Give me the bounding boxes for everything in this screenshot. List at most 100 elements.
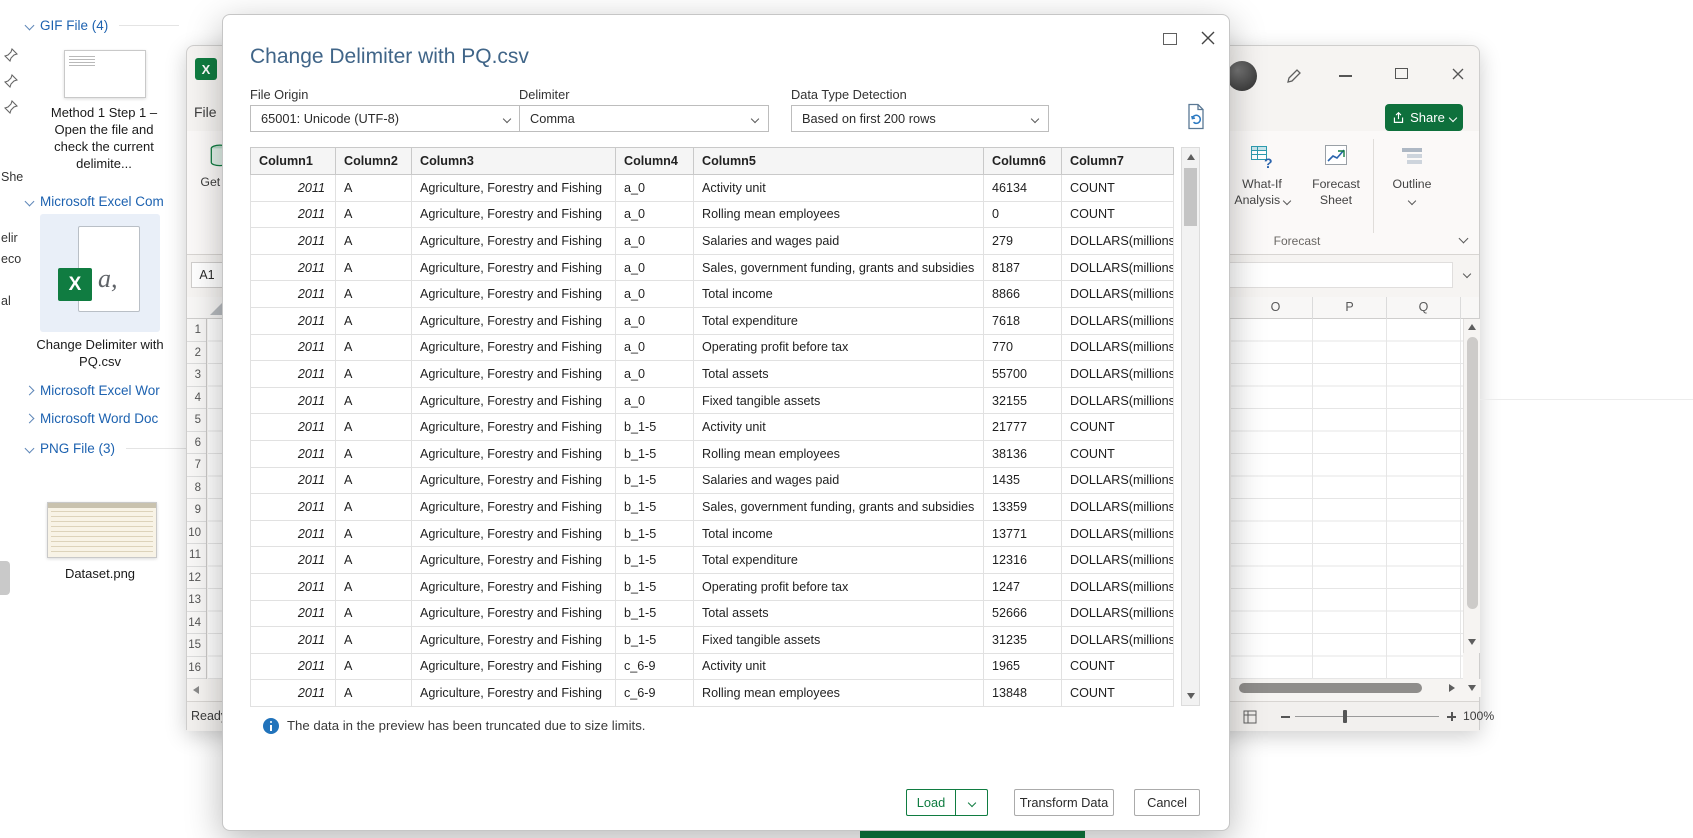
formula-bar[interactable]: [1227, 262, 1453, 288]
pinned-item-fragment[interactable]: eco: [1, 252, 21, 266]
file-thumbnail-png[interactable]: [47, 502, 157, 558]
preview-table-body: 2011 A Agriculture, Forestry and Fishing a_…: [250, 174, 1174, 707]
close-icon[interactable]: [1451, 67, 1465, 86]
preview-table: Column1 Column2 Column3 Column4 Column5 Colum…: [250, 147, 1174, 707]
file-item-csv[interactable]: a, X: [40, 214, 160, 332]
file-thumbnail-gif[interactable]: [64, 50, 146, 98]
table-row: 2011 A Agriculture, Forestry and Fishing a_…: [250, 174, 1174, 202]
table-cell: DOLLARS(millions): [1061, 306, 1174, 335]
zoom-level[interactable]: 100%: [1463, 709, 1503, 723]
file-name[interactable]: Method 1 Step 1 – Open the file and chec…: [38, 104, 170, 172]
excel-row-numbers: 1 2 3 4 5 6 7 8 9 10 11 12 13 14 15 16: [187, 319, 207, 679]
row-header[interactable]: 9: [187, 499, 206, 522]
scrollbar-thumb[interactable]: [1467, 337, 1478, 609]
pinned-item-fragment[interactable]: elir: [1, 231, 18, 245]
scrollbar-thumb[interactable]: [1239, 683, 1422, 693]
scroll-down-arrow[interactable]: [1468, 685, 1476, 691]
table-row: 2011 A Agriculture, Forestry and Fishing a_…: [250, 360, 1174, 388]
zoom-slider-thumb[interactable]: [1343, 710, 1347, 723]
refresh-preview-icon[interactable]: [1186, 103, 1206, 135]
cancel-button[interactable]: Cancel: [1134, 789, 1200, 816]
column-header[interactable]: Q: [1387, 297, 1461, 319]
chevron-down-icon: [1282, 196, 1291, 206]
pin-icon[interactable]: [3, 99, 19, 119]
scroll-up-arrow[interactable]: [1187, 154, 1195, 160]
outline-icon: [1402, 148, 1422, 164]
scroll-down-arrow[interactable]: [1468, 639, 1476, 645]
thumbnail-content: [51, 511, 153, 553]
what-if-analysis-button[interactable]: ? What-If Analysis: [1225, 143, 1299, 208]
name-box[interactable]: A1: [191, 262, 223, 288]
row-header[interactable]: 14: [187, 612, 206, 634]
load-button[interactable]: Load: [906, 789, 956, 816]
file-origin-dropdown[interactable]: 65001: Unicode (UTF-8): [250, 105, 521, 132]
pinned-item-fragment[interactable]: She: [1, 170, 23, 184]
row-header[interactable]: 13: [187, 589, 206, 612]
maximize-button[interactable]: [1163, 33, 1177, 45]
table-cell: Agriculture, Forestry and Fishing: [411, 572, 616, 601]
formula-bar-expand-icon[interactable]: [1462, 269, 1472, 279]
row-header[interactable]: 7: [187, 454, 206, 477]
grid-cells[interactable]: [1231, 319, 1463, 679]
column-header[interactable]: O: [1239, 297, 1313, 319]
grid-cells[interactable]: [208, 319, 223, 679]
row-header[interactable]: 11: [187, 544, 206, 567]
sheet-nav-left-arrow[interactable]: [193, 686, 199, 694]
table-cell: Agriculture, Forestry and Fishing: [411, 519, 616, 548]
table-cell: Agriculture, Forestry and Fishing: [411, 360, 616, 388]
table-cell: b_1-5: [615, 519, 694, 548]
scrollbar-thumb[interactable]: [1184, 168, 1197, 226]
table-cell: Activity unit: [693, 413, 984, 441]
excel-app-icon: X: [195, 58, 217, 80]
scroll-down-arrow[interactable]: [1187, 693, 1195, 699]
preview-vertical-scrollbar[interactable]: [1181, 147, 1200, 706]
row-header[interactable]: 4: [187, 387, 206, 409]
file-name[interactable]: Change Delimiter with PQ.csv: [25, 336, 175, 370]
column-header[interactable]: P: [1313, 297, 1387, 319]
share-button[interactable]: Share: [1385, 104, 1463, 131]
table-cell: 32155: [983, 386, 1062, 415]
row-header[interactable]: 10: [187, 522, 206, 544]
minimize-button[interactable]: [1339, 75, 1352, 77]
forecast-sheet-button[interactable]: Forecast Sheet: [1301, 143, 1371, 208]
row-header[interactable]: 16: [187, 657, 206, 679]
table-row: 2011 A Agriculture, Forestry and Fishing b_…: [250, 626, 1174, 654]
draw-icon[interactable]: [1285, 67, 1303, 90]
row-header[interactable]: 2: [187, 342, 206, 364]
scroll-up-arrow[interactable]: [1468, 324, 1476, 330]
pinned-item-fragment[interactable]: al: [1, 294, 11, 308]
row-header[interactable]: 6: [187, 432, 206, 454]
pin-icon[interactable]: [3, 73, 19, 93]
row-header[interactable]: 8: [187, 477, 206, 499]
table-cell: A: [335, 599, 412, 628]
row-header[interactable]: 12: [187, 567, 206, 589]
row-header[interactable]: 5: [187, 409, 206, 432]
file-menu-tab[interactable]: File: [194, 104, 217, 120]
table-row: 2011 A Agriculture, Forestry and Fishing a_…: [250, 333, 1174, 362]
table-cell: 52666: [983, 599, 1062, 628]
load-split-arrow[interactable]: [955, 789, 988, 816]
file-name[interactable]: Dataset.png: [25, 566, 175, 581]
account-avatar[interactable]: [1227, 61, 1257, 91]
zoom-slider-track[interactable]: [1295, 716, 1439, 718]
close-button[interactable]: [1197, 27, 1219, 49]
row-header[interactable]: 3: [187, 364, 206, 387]
scroll-right-arrow[interactable]: [1449, 684, 1455, 692]
transform-data-button[interactable]: Transform Data: [1014, 789, 1114, 816]
vertical-scrollbar[interactable]: [1463, 319, 1480, 653]
scrollbar-fragment[interactable]: [0, 561, 10, 595]
data-type-detection-dropdown[interactable]: Based on first 200 rows: [791, 105, 1049, 132]
delimiter-dropdown[interactable]: Comma: [519, 105, 769, 132]
page-layout-view-icon[interactable]: [1243, 710, 1257, 729]
preview-column-header: Column4: [615, 147, 694, 175]
zoom-out-button[interactable]: [1281, 716, 1290, 718]
maximize-button[interactable]: [1395, 68, 1408, 79]
table-cell: Total assets: [693, 599, 984, 628]
table-cell: Total assets: [693, 360, 984, 388]
row-header[interactable]: 15: [187, 634, 206, 657]
data-type-detection-label: Data Type Detection: [791, 87, 907, 102]
horizontal-scrollbar[interactable]: [1231, 679, 1481, 697]
pin-icon[interactable]: [3, 47, 19, 67]
outline-button[interactable]: Outline: [1379, 143, 1445, 208]
row-header[interactable]: 1: [187, 319, 206, 342]
